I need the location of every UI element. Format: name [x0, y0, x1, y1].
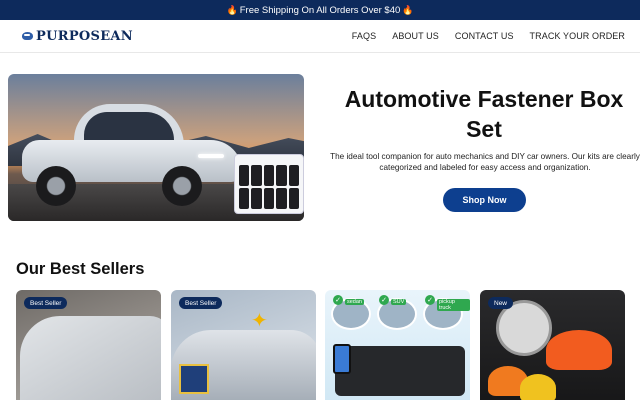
- hero-description: The ideal tool companion for auto mechan…: [330, 152, 640, 172]
- check-icon: ✓: [379, 295, 389, 305]
- product-badge: New: [488, 297, 514, 309]
- check-icon: ✓: [333, 295, 343, 305]
- main-nav: FAQS ABOUT US CONTACT US TRACK YOUR ORDE…: [352, 31, 625, 41]
- suction-cup: [520, 374, 556, 400]
- nav-track-order[interactable]: TRACK YOUR ORDER: [530, 31, 625, 41]
- shop-now-button[interactable]: Shop Now: [443, 188, 526, 212]
- vehicle-label: sedan: [345, 299, 364, 305]
- fastener-kit-box: [234, 154, 304, 214]
- product-card[interactable]: ✓ ✓ ✓ sedan SUV pickup truck: [325, 290, 470, 400]
- phone-icon: [333, 344, 351, 374]
- vehicle-label: SUV: [391, 299, 407, 305]
- logo[interactable]: PURPOSEAN: [22, 29, 133, 44]
- product-box: [179, 364, 209, 394]
- nav-faqs[interactable]: FAQS: [352, 31, 376, 41]
- product-badge: Best Seller: [24, 297, 68, 309]
- product-card[interactable]: Best Seller: [16, 290, 161, 400]
- announcement-bar: 🔥 Free Shipping On All Orders Over $40 🔥: [0, 0, 640, 20]
- flame-icon: 🔥: [402, 4, 414, 15]
- product-image: [20, 316, 161, 400]
- announcement-text: Free Shipping On All Orders Over $40: [239, 4, 401, 16]
- logo-text: PURPOSEAN: [36, 28, 133, 44]
- product-image: [335, 346, 465, 396]
- site-header: PURPOSEAN FAQS ABOUT US CONTACT US TRACK…: [0, 20, 640, 53]
- hero-title: Automotive Fastener Box Set: [344, 86, 624, 142]
- sparkle-icon: ✦: [251, 310, 268, 332]
- car-illustration: [22, 104, 242, 206]
- flame-icon: 🔥: [226, 4, 238, 15]
- vehicle-label: pickup truck: [437, 299, 470, 311]
- check-icon: ✓: [425, 295, 435, 305]
- hero-image: [8, 74, 304, 221]
- suction-cup: [546, 330, 612, 370]
- nav-about-us[interactable]: ABOUT US: [392, 31, 439, 41]
- best-sellers-title: Our Best Sellers: [16, 260, 145, 278]
- logo-icon: [22, 32, 33, 40]
- nav-contact-us[interactable]: CONTACT US: [455, 31, 514, 41]
- product-card[interactable]: Best Seller ✦: [171, 290, 316, 400]
- product-badge: Best Seller: [179, 297, 223, 309]
- product-card[interactable]: New: [480, 290, 625, 400]
